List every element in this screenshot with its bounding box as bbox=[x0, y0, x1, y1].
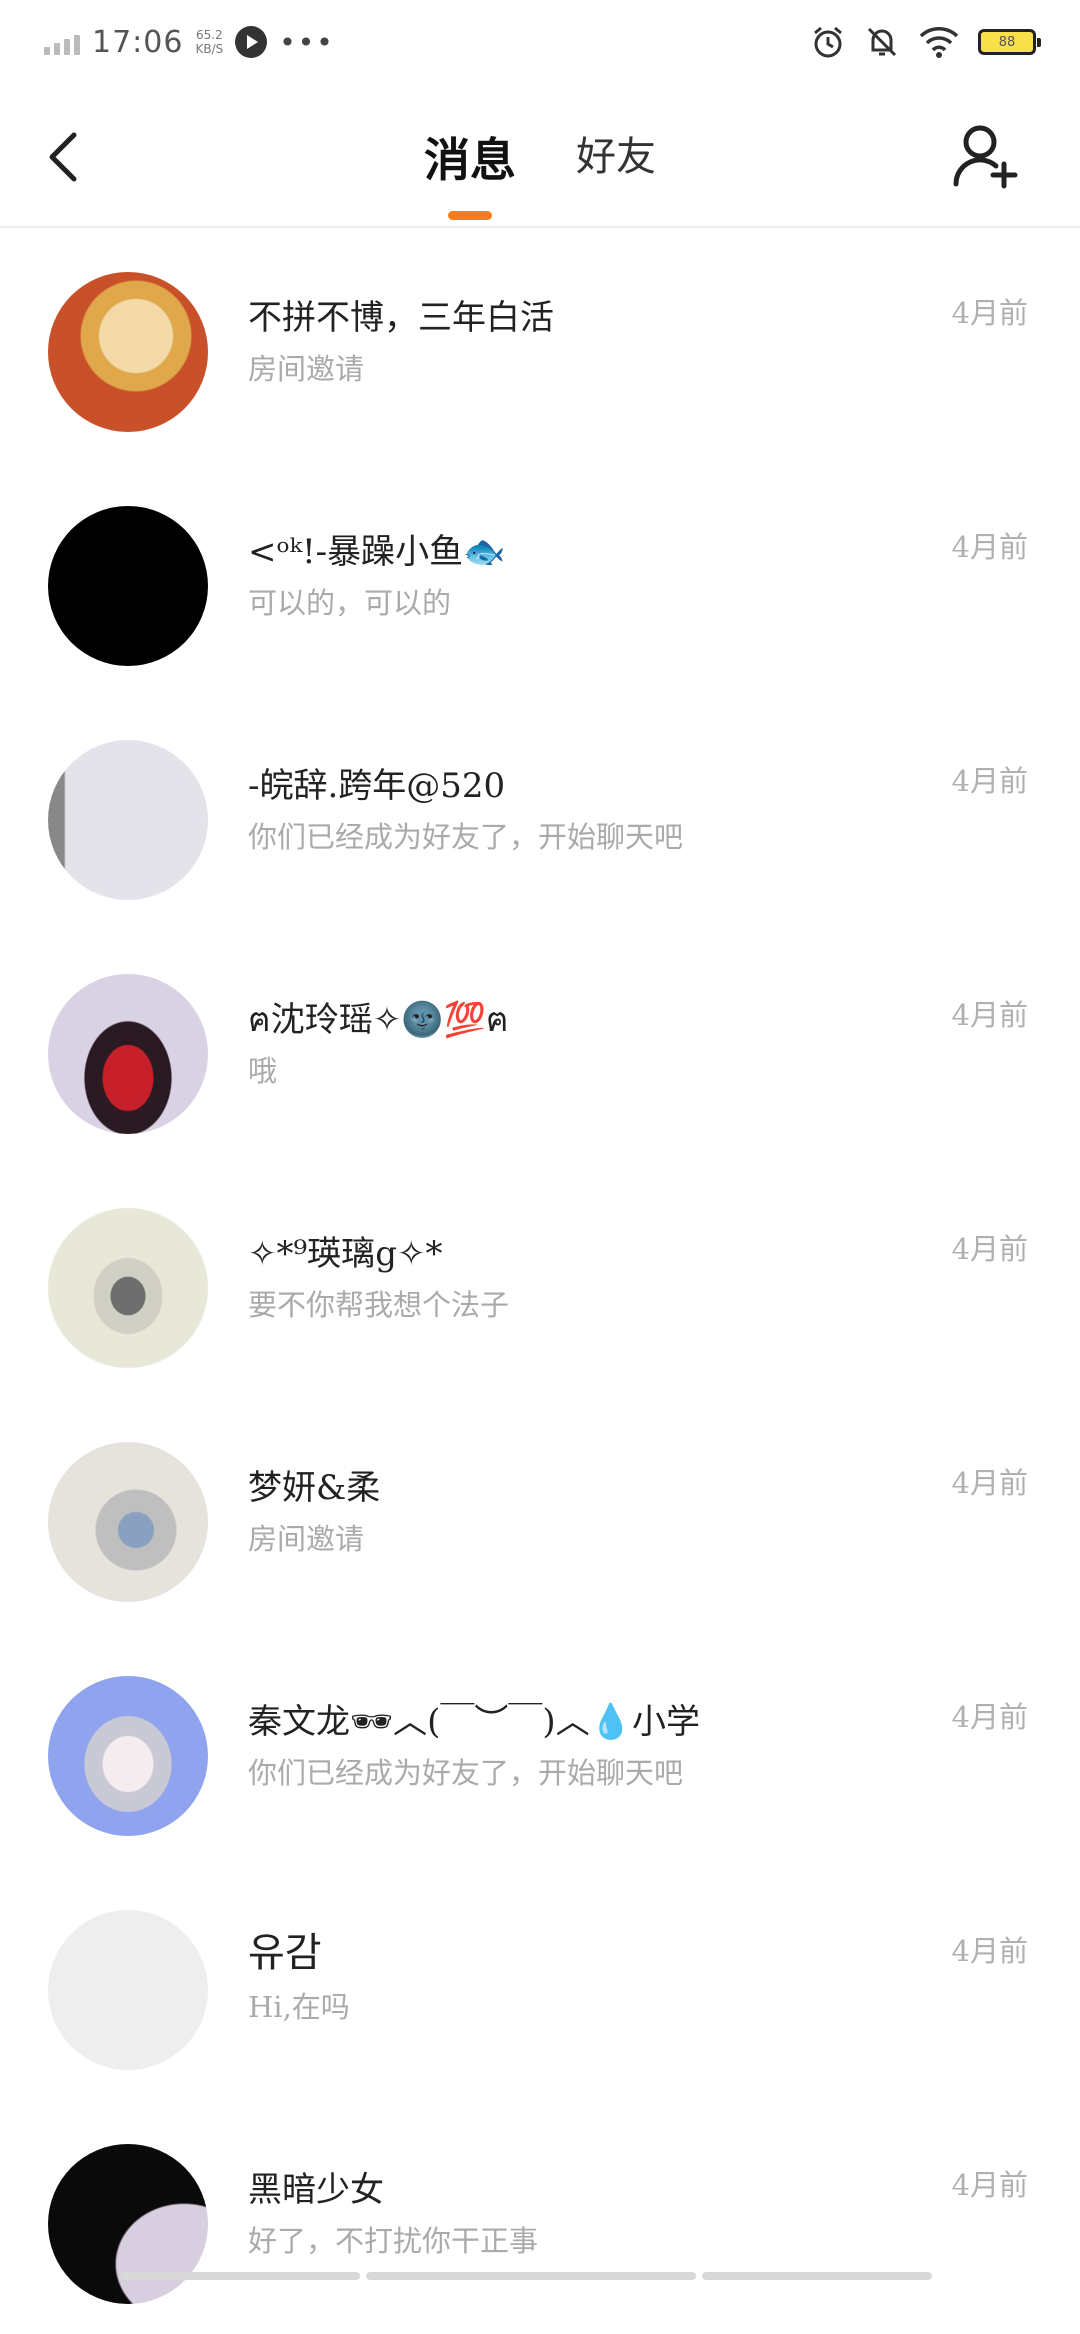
message-preview: 好了，不打扰你干正事 bbox=[248, 2224, 539, 2258]
network-speed: 65.2 KB/S bbox=[195, 28, 223, 56]
network-speed-value: 65.2 bbox=[195, 28, 223, 42]
message-preview: 你们已经成为好友了，开始聊天吧 bbox=[248, 1756, 684, 1790]
message-item[interactable]: 秦文龙🕶︿(￣︶￣)︿💧小学 你们已经成为好友了，开始聊天吧 4月前 bbox=[0, 1632, 1080, 1866]
message-time: 4月前 bbox=[951, 296, 1028, 330]
avatar[interactable] bbox=[48, 2144, 208, 2304]
signal-icon bbox=[44, 29, 80, 55]
message-item[interactable]: 不拼不博，三年白活 房间邀请 4月前 bbox=[0, 228, 1080, 462]
message-time: 4月前 bbox=[951, 2168, 1028, 2202]
battery-level: 88 bbox=[998, 34, 1016, 50]
header: 消息 好友 bbox=[0, 84, 1080, 228]
message-list: 不拼不博，三年白活 房间邀请 4月前 <ᵒᵏ!-暴躁小鱼🐟 可以的，可以的 4月… bbox=[0, 228, 1080, 2334]
message-time: 4月前 bbox=[951, 1700, 1028, 1734]
contact-name: ฅ沈玲瑶✧🌚💯ฅ bbox=[248, 1000, 509, 1040]
message-item[interactable]: 黑暗少女 好了，不打扰你干正事 4月前 bbox=[0, 2100, 1080, 2334]
message-preview: 房间邀请 bbox=[248, 352, 365, 386]
contact-name: 不拼不博，三年白活 bbox=[248, 298, 554, 338]
message-preview: Hi,在吗 bbox=[248, 1990, 350, 2024]
tab-friends[interactable]: 好友 bbox=[576, 124, 656, 220]
add-user-icon bbox=[953, 125, 1018, 189]
message-time: 4月前 bbox=[951, 530, 1028, 564]
message-preview: 你们已经成为好友了，开始聊天吧 bbox=[248, 820, 684, 854]
contact-name: 秦文龙🕶︿(￣︶￣)︿💧小学 bbox=[248, 1702, 701, 1742]
status-time: 17:06 bbox=[92, 24, 184, 60]
message-preview: 要不你帮我想个法子 bbox=[248, 1288, 510, 1322]
message-time: 4月前 bbox=[951, 1232, 1028, 1266]
message-time: 4月前 bbox=[951, 1934, 1028, 1968]
avatar[interactable] bbox=[48, 506, 208, 666]
status-bar: 17:06 65.2 KB/S ••• 88 bbox=[0, 0, 1080, 84]
contact-name: <ᵒᵏ!-暴躁小鱼🐟 bbox=[248, 532, 506, 572]
avatar[interactable] bbox=[48, 1910, 208, 2070]
alarm-icon bbox=[814, 26, 842, 58]
contact-name: -皖辞.跨年@520 bbox=[248, 766, 506, 806]
message-item[interactable]: -皖辞.跨年@520 你们已经成为好友了，开始聊天吧 4月前 bbox=[0, 696, 1080, 930]
message-preview: 哦 bbox=[248, 1054, 278, 1088]
contact-name: 유감 bbox=[248, 1930, 322, 1976]
tab-bar: 消息 好友 bbox=[0, 124, 1080, 220]
tab-messages-label: 消息 bbox=[424, 133, 516, 187]
status-right: 88 bbox=[810, 24, 1041, 60]
message-time: 4月前 bbox=[951, 998, 1028, 1032]
home-indicator bbox=[120, 2272, 932, 2280]
message-preview: 房间邀请 bbox=[248, 1522, 365, 1556]
avatar[interactable] bbox=[48, 740, 208, 900]
avatar[interactable] bbox=[48, 1676, 208, 1836]
contact-name: 梦妍&柔 bbox=[248, 1468, 381, 1508]
message-time: 4月前 bbox=[951, 1466, 1028, 1500]
tab-friends-label: 好友 bbox=[576, 134, 656, 180]
message-item[interactable]: ✧*⁹瑛璃ց✧* 要不你帮我想个法子 4月前 bbox=[0, 1164, 1080, 1398]
avatar[interactable] bbox=[48, 974, 208, 1134]
message-time: 4月前 bbox=[951, 764, 1028, 798]
avatar[interactable] bbox=[48, 1442, 208, 1602]
add-friend-button[interactable] bbox=[950, 120, 1020, 190]
network-speed-unit: KB/S bbox=[195, 42, 224, 56]
message-item[interactable]: <ᵒᵏ!-暴躁小鱼🐟 可以的，可以的 4月前 bbox=[0, 462, 1080, 696]
active-tab-indicator bbox=[448, 211, 492, 220]
status-left: 17:06 65.2 KB/S ••• bbox=[44, 25, 335, 60]
wifi-icon bbox=[919, 27, 959, 58]
message-item[interactable]: 유감 Hi,在吗 4月前 bbox=[0, 1866, 1080, 2100]
mute-bell-icon bbox=[867, 27, 897, 57]
avatar[interactable] bbox=[48, 272, 208, 432]
contact-name: 黑暗少女 bbox=[248, 2170, 384, 2210]
message-item[interactable]: ฅ沈玲瑶✧🌚💯ฅ 哦 4月前 bbox=[0, 930, 1080, 1164]
play-icon bbox=[235, 26, 268, 58]
avatar[interactable] bbox=[48, 1208, 208, 1368]
message-item[interactable]: 梦妍&柔 房间邀请 4月前 bbox=[0, 1398, 1080, 1632]
tab-messages[interactable]: 消息 bbox=[424, 124, 516, 220]
contact-name: ✧*⁹瑛璃ց✧* bbox=[248, 1234, 443, 1274]
message-preview: 可以的，可以的 bbox=[248, 586, 452, 620]
battery-icon: 88 bbox=[978, 29, 1041, 55]
more-notifications-icon: ••• bbox=[279, 25, 335, 59]
